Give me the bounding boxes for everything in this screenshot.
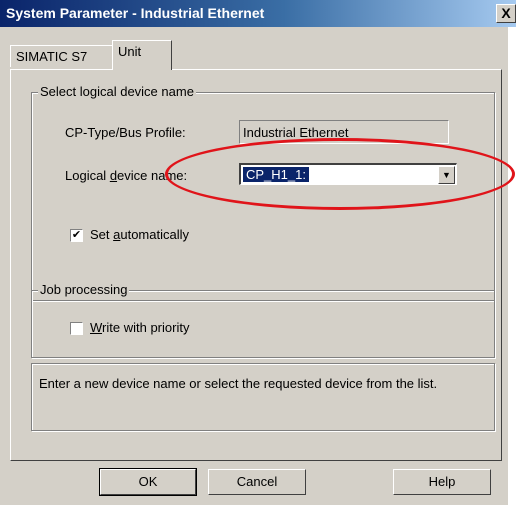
close-icon: X xyxy=(501,5,511,21)
check-mark-icon: ✔ xyxy=(71,229,82,241)
dropdown-button[interactable]: ▼ xyxy=(438,166,455,184)
device-name-combobox[interactable]: CP_H1_1: ▼ xyxy=(239,163,457,185)
tab-label: SIMATIC S7 xyxy=(16,49,88,64)
tab-simatic-s7[interactable]: SIMATIC S7 xyxy=(10,45,114,67)
write-priority-checkbox[interactable] xyxy=(70,322,83,335)
tab-label: Unit xyxy=(118,44,142,59)
window-title: System Parameter - Industrial Ethernet xyxy=(6,5,265,21)
logical-device-group: Select logical device name CP-Type/Bus P… xyxy=(31,84,495,301)
set-automatically-checkbox[interactable]: ✔ xyxy=(70,229,83,242)
cp-type-label: CP-Type/Bus Profile: xyxy=(65,125,186,140)
cancel-button[interactable]: Cancel xyxy=(208,469,306,495)
tab-panel-unit: Select logical device name CP-Type/Bus P… xyxy=(10,69,502,461)
help-button[interactable]: Help xyxy=(393,469,491,495)
device-name-value: CP_H1_1: xyxy=(243,167,309,182)
group-legend: Job processing xyxy=(38,282,130,297)
tab-unit[interactable]: Unit xyxy=(112,40,172,70)
set-automatically-label: Set automatically xyxy=(90,227,189,242)
job-processing-group: Job processing Write with priority xyxy=(31,282,495,358)
cp-type-field: Industrial Ethernet xyxy=(239,120,449,144)
close-button[interactable]: X xyxy=(496,4,516,23)
write-priority-label: Write with priority xyxy=(90,320,190,335)
chevron-down-icon: ▼ xyxy=(442,170,451,180)
group-legend: Select logical device name xyxy=(38,84,196,99)
device-name-label: Logical device name: xyxy=(65,168,188,183)
ok-button[interactable]: OK xyxy=(99,468,197,496)
title-bar: System Parameter - Industrial Ethernet X xyxy=(0,0,516,27)
cp-type-value: Industrial Ethernet xyxy=(243,125,349,140)
info-box: Enter a new device name or select the re… xyxy=(31,363,495,431)
info-text: Enter a new device name or select the re… xyxy=(39,376,438,391)
dialog-body: SIMATIC S7 Unit Select logical device na… xyxy=(0,27,508,505)
